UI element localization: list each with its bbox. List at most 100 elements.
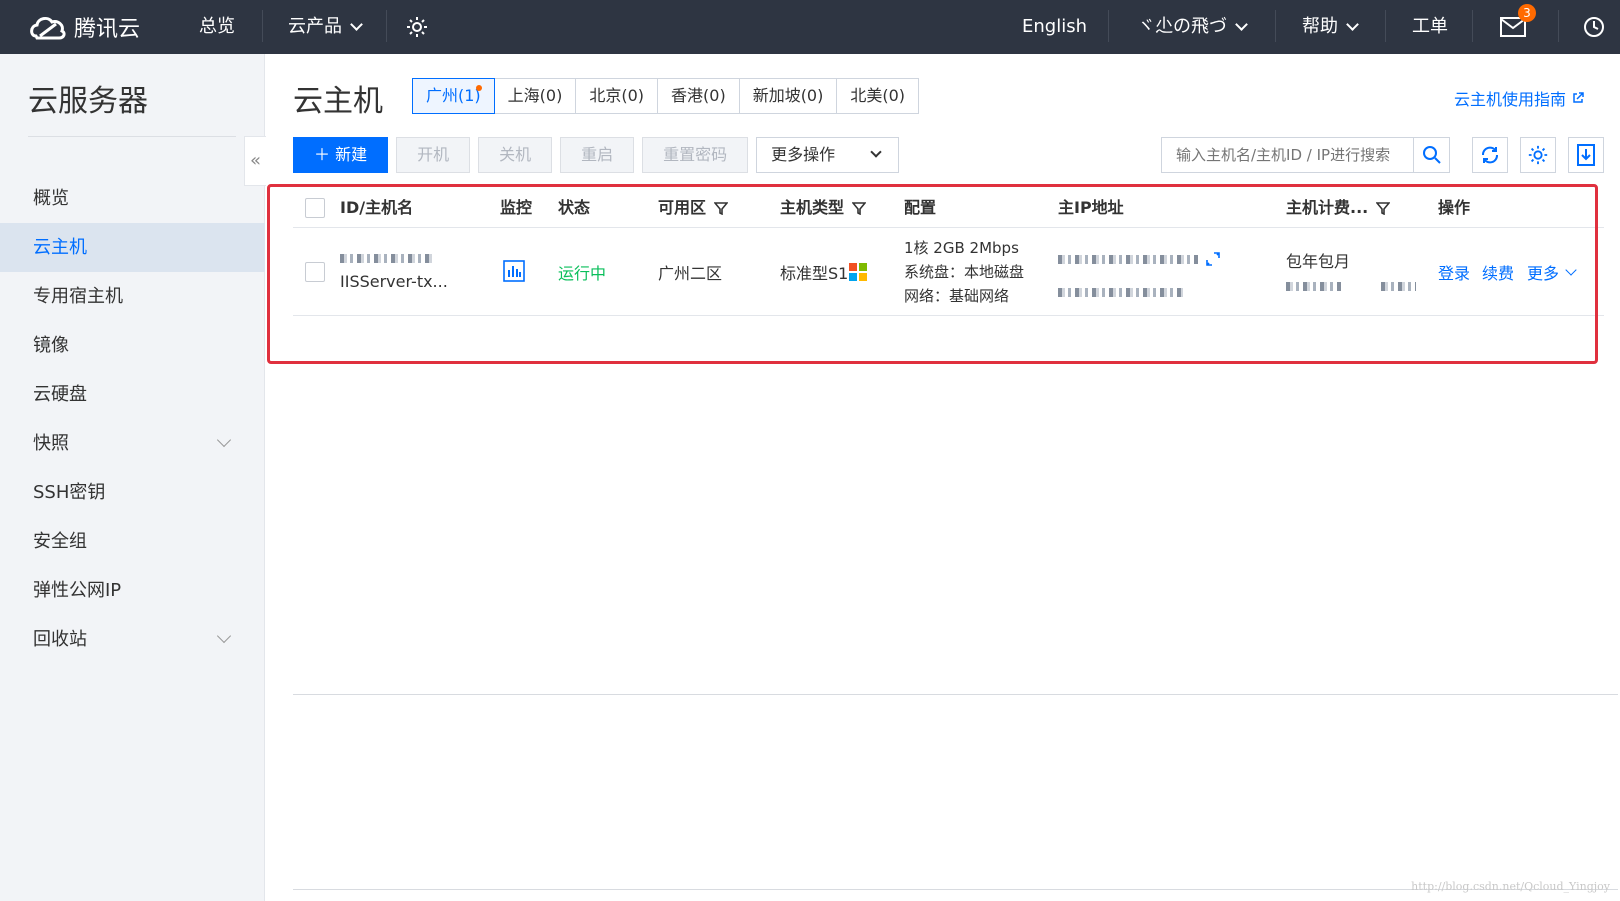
region-tab-beijing[interactable]: 北京(0) — [575, 78, 659, 114]
sidebar-item-overview[interactable]: 概览 — [0, 174, 265, 223]
more-actions-label: 更多操作 — [771, 145, 836, 164]
redacted-text — [1286, 282, 1341, 291]
region-tab-shanghai[interactable]: 上海(0) — [493, 78, 577, 114]
top-nav-bar: 腾讯云 总览 云产品 English ヾ尐の飛づ 帮助 工单 3 — [0, 0, 1620, 54]
nav-help-label: 帮助 — [1302, 16, 1338, 37]
download-icon — [1577, 144, 1595, 166]
sidebar-item-elastic-ip[interactable]: 弹性公网IP — [0, 566, 265, 615]
nav-divider — [386, 10, 387, 42]
shutdown-button[interactable]: 关机 — [478, 137, 553, 173]
nav-overview[interactable]: 总览 — [199, 0, 235, 54]
more-ops-label: 更多 — [1527, 264, 1560, 283]
login-link[interactable]: 登录 — [1438, 260, 1470, 284]
availability-zone: 广州二区 — [658, 264, 723, 283]
start-button[interactable]: 开机 — [396, 137, 471, 173]
sidebar-item-label: 快照 — [33, 433, 69, 454]
gear-icon — [407, 17, 427, 37]
monitor-chart-button[interactable] — [503, 260, 525, 286]
column-header-label: 主机计费... — [1286, 198, 1369, 217]
export-button[interactable] — [1568, 137, 1604, 173]
nav-help[interactable]: 帮助 — [1302, 0, 1359, 54]
cvm-guide-link[interactable]: 云主机使用指南 — [1454, 86, 1584, 110]
refresh-button[interactable] — [1472, 137, 1508, 173]
main-content: 云主机 广州(1) 上海(0) 北京(0) 香港(0) 新加坡(0) 北美(0)… — [265, 54, 1620, 901]
region-tab-guangzhou[interactable]: 广州(1) — [412, 78, 495, 114]
column-header-ops: 操作 — [1438, 198, 1471, 217]
nav-divider — [1275, 10, 1276, 42]
sidebar-item-snapshot[interactable]: 快照 — [0, 419, 265, 468]
sidebar-divider — [28, 136, 236, 137]
column-settings-button[interactable] — [1520, 137, 1556, 173]
column-header-monitor: 监控 — [500, 198, 533, 217]
sidebar-item-security-group[interactable]: 安全组 — [0, 517, 265, 566]
nav-user-menu[interactable]: ヾ尐の飛づ — [1137, 0, 1248, 54]
column-header-type: 主机类型 — [780, 188, 867, 228]
select-all-checkbox[interactable] — [305, 198, 325, 218]
nav-history[interactable] — [1583, 0, 1605, 54]
sidebar: 云服务器 « 概览 云主机 专用宿主机 镜像 云硬盘 快照 SSH密钥 安全组 … — [0, 54, 266, 901]
filter-icon[interactable] — [714, 201, 729, 215]
bar-chart-icon — [503, 260, 525, 282]
table-row: IISServer-tx... 运行中 广州二区 标准型S1 1核 2GB 2M… — [293, 228, 1604, 316]
nav-products-label: 云产品 — [288, 16, 342, 37]
more-ops-dropdown[interactable]: 更多 — [1527, 260, 1577, 284]
user-name: ヾ尐の飛づ — [1137, 16, 1227, 37]
sidebar-item-ssh-keys[interactable]: SSH密钥 — [0, 468, 265, 517]
filter-icon[interactable] — [1376, 201, 1391, 215]
column-header-config: 配置 — [904, 198, 937, 217]
config-network: 网络：基础网络 — [904, 287, 1010, 305]
windows-logo-icon — [849, 263, 868, 281]
swap-ip-icon[interactable] — [1204, 250, 1222, 268]
more-actions-dropdown[interactable]: 更多操作 — [756, 137, 900, 173]
sidebar-item-images[interactable]: 镜像 — [0, 321, 265, 370]
nav-divider — [1385, 10, 1386, 42]
filter-icon[interactable] — [852, 201, 867, 215]
nav-products[interactable]: 云产品 — [288, 0, 363, 54]
page-title: 云主机 — [293, 84, 383, 119]
instance-type-label: 标准型S1 — [780, 264, 849, 283]
region-tabs: 广州(1) 上海(0) 北京(0) 香港(0) 新加坡(0) 北美(0) — [412, 78, 920, 114]
cloud-logo-icon — [30, 16, 66, 40]
external-link-icon — [1573, 92, 1584, 103]
redacted-text — [1058, 254, 1198, 264]
renew-link[interactable]: 续费 — [1482, 260, 1514, 284]
column-header-label: 可用区 — [658, 198, 707, 217]
search-input[interactable] — [1161, 137, 1414, 173]
region-tab-north-america[interactable]: 北美(0) — [836, 78, 920, 114]
region-tab-hongkong[interactable]: 香港(0) — [657, 78, 740, 114]
chevron-down-icon — [1235, 17, 1248, 31]
config-system-disk: 系统盘：本地磁盘 — [904, 263, 1025, 281]
redacted-text — [340, 254, 435, 263]
new-instance-button[interactable]: ＋ 新建 — [293, 137, 389, 173]
watermark: http://blog.csdn.net/Qcloud_Yingjoy — [1411, 880, 1610, 893]
restart-button[interactable]: 重启 — [560, 137, 635, 173]
region-tab-label: 广州(1) — [426, 86, 481, 105]
chevron-down-icon — [1346, 17, 1359, 31]
chevron-down-icon — [350, 17, 363, 31]
nav-divider — [262, 10, 263, 42]
sidebar-item-cvm[interactable]: 云主机 — [0, 223, 265, 272]
nav-english[interactable]: English — [1022, 0, 1087, 54]
region-tab-singapore[interactable]: 新加坡(0) — [738, 78, 838, 114]
tencent-cloud-logo[interactable]: 腾讯云 — [28, 8, 140, 46]
select-all-checkbox-cell — [305, 188, 325, 228]
column-header-billing: 主机计费... — [1286, 188, 1391, 228]
search-icon — [1422, 146, 1441, 164]
redacted-text — [1058, 288, 1183, 297]
reset-password-button[interactable]: 重置密码 — [642, 137, 749, 173]
table-footer-divider — [293, 694, 1618, 695]
nav-ticket[interactable]: 工单 — [1412, 0, 1448, 54]
column-header-id-name: ID/主机名 — [340, 198, 414, 217]
guide-link-label: 云主机使用指南 — [1453, 90, 1566, 109]
column-header-zone: 可用区 — [658, 188, 729, 228]
instance-name[interactable]: IISServer-tx... — [340, 272, 448, 291]
nav-settings[interactable] — [405, 0, 429, 54]
refresh-icon — [1482, 146, 1498, 164]
nav-divider — [1472, 10, 1473, 42]
search-button[interactable] — [1414, 137, 1450, 173]
sidebar-item-recycle-bin[interactable]: 回收站 — [0, 615, 265, 664]
column-header-status: 状态 — [558, 198, 591, 217]
sidebar-item-cloud-disk[interactable]: 云硬盘 — [0, 370, 265, 419]
sidebar-item-dedicated-host[interactable]: 专用宿主机 — [0, 272, 265, 321]
row-checkbox[interactable] — [305, 262, 325, 282]
